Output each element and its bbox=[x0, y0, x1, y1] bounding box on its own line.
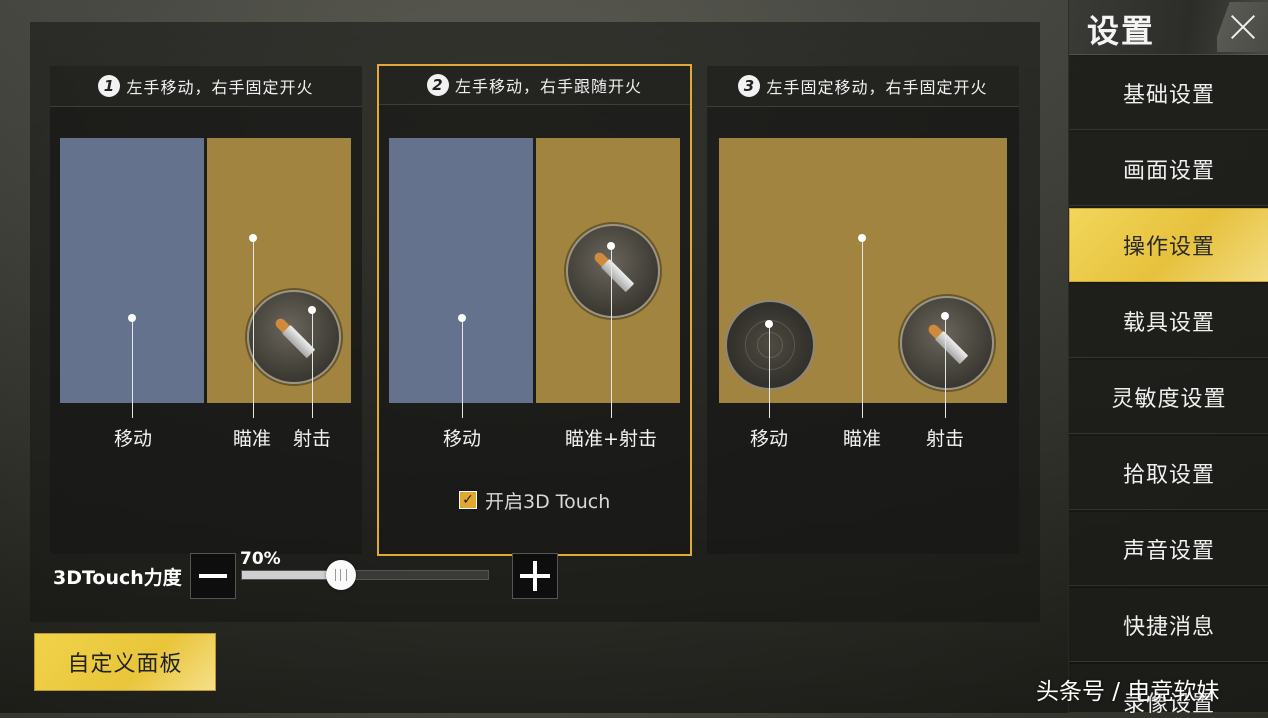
mode-3-header: 3 左手固定移动，右手固定开火 bbox=[707, 66, 1019, 107]
mode-2-header: 2 左手移动，右手跟随开火 bbox=[379, 66, 690, 105]
settings-title: 设置 bbox=[1087, 12, 1156, 50]
custom-panel-button[interactable]: 自定义面板 bbox=[34, 633, 216, 691]
3d-touch-label[interactable]: 开启3D Touch bbox=[485, 487, 610, 514]
mode-3-title: 左手固定移动，右手固定开火 bbox=[766, 78, 988, 97]
menu-item-controls[interactable]: 操作设置 bbox=[1069, 208, 1268, 282]
menu-item-pickup[interactable]: 拾取设置 bbox=[1069, 436, 1268, 510]
mode-card-1[interactable]: 1 左手移动，右手固定开火 移动 瞄准 射击 bbox=[50, 66, 362, 554]
move-zone bbox=[389, 138, 533, 403]
menu-item-vehicle[interactable]: 载具设置 bbox=[1069, 284, 1268, 358]
bullet-icon bbox=[926, 322, 969, 365]
mode-3-number-badge: 3 bbox=[738, 75, 761, 97]
menu-item-audio[interactable]: 声音设置 bbox=[1069, 512, 1268, 586]
menu-item-sensitivity[interactable]: 灵敏度设置 bbox=[1069, 360, 1268, 434]
joystick bbox=[725, 300, 815, 390]
mode-1-title: 左手移动，右手固定开火 bbox=[126, 78, 314, 97]
plus-icon bbox=[520, 561, 550, 591]
label-aim: 瞄准 bbox=[842, 428, 882, 450]
fire-button bbox=[900, 296, 994, 390]
sidebar-header: 设置 bbox=[1069, 0, 1268, 55]
menu-item-graphics[interactable]: 画面设置 bbox=[1069, 132, 1268, 206]
control-layout-panel: 1 左手移动，右手固定开火 移动 瞄准 射击 2 左手移动，右手跟随开火 移动 … bbox=[30, 22, 1040, 622]
label-move: 移动 bbox=[749, 428, 789, 450]
label-move: 移动 bbox=[113, 428, 153, 450]
mode-card-2[interactable]: 2 左手移动，右手跟随开火 移动 瞄准+射击 ✓ 开启3D Touch bbox=[377, 64, 692, 556]
minus-icon bbox=[199, 574, 227, 578]
mode-card-3[interactable]: 3 左手固定移动，右手固定开火 移动 瞄准 射击 bbox=[707, 66, 1019, 554]
watermark: 头条号 / 电竞软妹 bbox=[1036, 679, 1220, 705]
3d-touch-slider[interactable] bbox=[241, 560, 489, 590]
bullet-icon bbox=[273, 316, 316, 359]
close-icon bbox=[1230, 14, 1256, 40]
fire-button bbox=[247, 290, 341, 384]
label-move: 移动 bbox=[442, 428, 482, 450]
3d-touch-value: 70% bbox=[240, 549, 281, 569]
label-aim-shoot: 瞄准+射击 bbox=[565, 428, 657, 450]
bullet-icon bbox=[592, 250, 635, 293]
decrease-button[interactable] bbox=[190, 553, 236, 599]
3d-touch-checkbox[interactable]: ✓ bbox=[459, 491, 477, 509]
slider-thumb[interactable] bbox=[326, 560, 356, 590]
settings-sidebar: 设置 基础设置 画面设置 操作设置 载具设置 灵敏度设置 拾取设置 声音设置 快… bbox=[1068, 0, 1268, 717]
menu-item-quick-messages[interactable]: 快捷消息 bbox=[1069, 588, 1268, 662]
label-aim: 瞄准 bbox=[232, 428, 272, 450]
menu-item-basic[interactable]: 基础设置 bbox=[1069, 56, 1268, 130]
label-shoot: 射击 bbox=[292, 428, 332, 450]
increase-button[interactable] bbox=[512, 553, 558, 599]
3d-touch-strength-label: 3DTouch力度 bbox=[53, 567, 182, 589]
mode-2-number-badge: 2 bbox=[426, 74, 449, 96]
mode-2-title: 左手移动，右手跟随开火 bbox=[454, 77, 642, 96]
mode-1-header: 1 左手移动，右手固定开火 bbox=[50, 66, 362, 107]
close-button[interactable] bbox=[1217, 2, 1268, 52]
fire-button bbox=[566, 224, 660, 318]
label-shoot: 射击 bbox=[925, 428, 965, 450]
mode-1-number-badge: 1 bbox=[98, 75, 121, 97]
